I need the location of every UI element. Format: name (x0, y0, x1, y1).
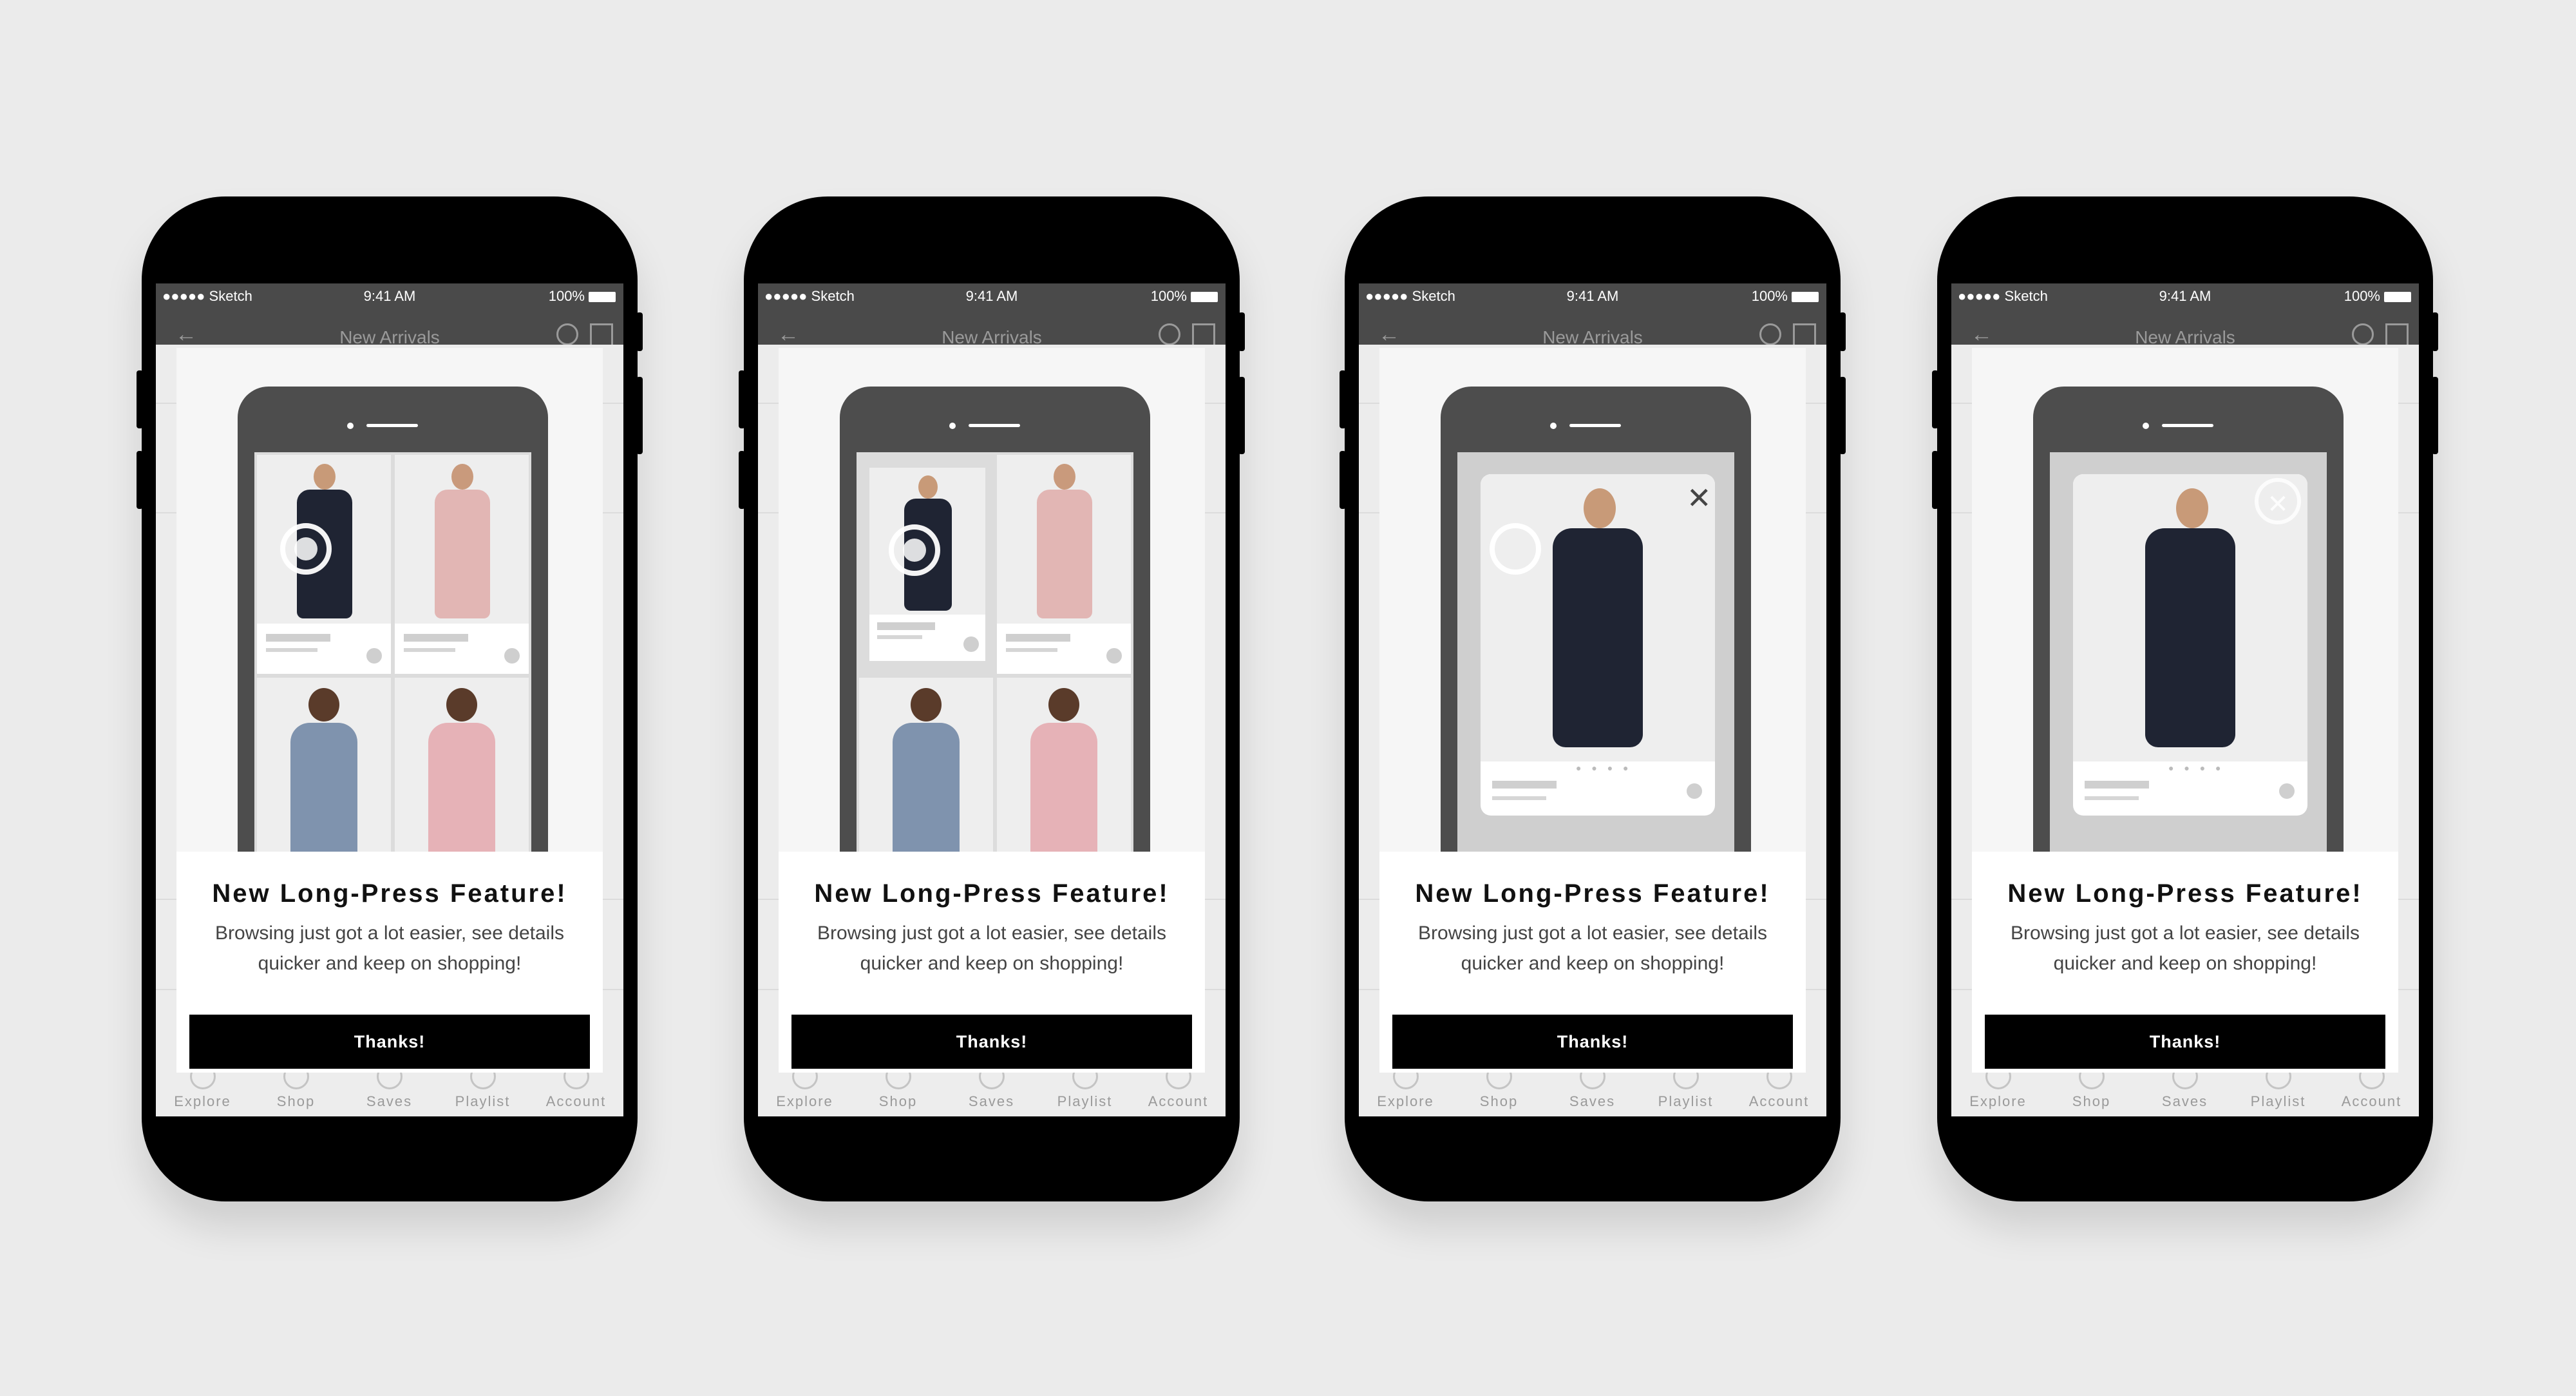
phone-illustration (238, 387, 548, 852)
product-card (997, 455, 1131, 674)
screen: ●●●●● Sketch 9:41 AM 100% ← New Arrivals… (156, 283, 623, 1116)
phone-illustration: ● ● ● ● ✕ (1441, 387, 1751, 852)
modal-title: New Long-Press Feature! (814, 879, 1170, 908)
battery-icon (2384, 292, 2411, 303)
nav-bar: ← New Arrivals (1951, 309, 2419, 349)
modal-body: Browsing just got a lot easier, see deta… (1418, 923, 1767, 974)
feature-modal: New Long-Press Feature! Browsing just go… (779, 348, 1205, 1073)
nav-bar: ← New Arrivals (156, 309, 623, 349)
battery-indicator: 100% (1752, 283, 1819, 309)
modal-title: New Long-Press Feature! (212, 879, 567, 908)
battery-indicator: 100% (1151, 283, 1218, 309)
phone-step-4: ●●●●● Sketch 9:41 AM 100% ← New Arrivals… (1932, 196, 2438, 1201)
battery-indicator: 100% (549, 283, 616, 309)
status-bar: ●●●●● Sketch 9:41 AM 100% (1951, 283, 2419, 309)
status-bar: ●●●●● Sketch 9:41 AM 100% (156, 283, 623, 309)
close-icon[interactable]: ✕ (2255, 478, 2301, 524)
feature-modal: ● ● ● ● ✕ New Long-Press Feature! Browsi… (1972, 348, 2398, 1073)
status-bar: ●●●●● Sketch 9:41 AM 100% (1359, 283, 1826, 309)
modal-title: New Long-Press Feature! (2007, 879, 2363, 908)
product-card (395, 678, 529, 852)
search-icon[interactable] (1759, 323, 1781, 345)
modal-body: Browsing just got a lot easier, see deta… (215, 923, 564, 974)
preview-card: ● ● ● ● (2073, 474, 2307, 816)
thanks-button[interactable]: Thanks! (189, 1015, 590, 1069)
status-bar: ●●●●● Sketch 9:41 AM 100% (758, 283, 1226, 309)
long-press-indicator (889, 524, 940, 576)
phone-step-2: ●●●●● Sketch 9:41 AM 100% ← New Arrivals… (739, 196, 1245, 1201)
feature-modal: ● ● ● ● ✕ New Long-Press Feature! Browsi… (1379, 348, 1806, 1073)
thanks-button[interactable]: Thanks! (791, 1015, 1192, 1069)
search-icon[interactable] (556, 323, 578, 345)
battery-indicator: 100% (2344, 283, 2411, 309)
screen: ●●●●● Sketch 9:41 AM 100% ← New Arrivals… (758, 283, 1226, 1116)
phone-step-3: ●●●●● Sketch 9:41 AM 100% ← New Arrivals… (1340, 196, 1846, 1201)
modal-body: Browsing just got a lot easier, see deta… (817, 923, 1166, 974)
thanks-button[interactable]: Thanks! (1392, 1015, 1793, 1069)
thanks-button[interactable]: Thanks! (1985, 1015, 2385, 1069)
search-icon[interactable] (1159, 323, 1180, 345)
battery-icon (589, 292, 616, 303)
search-icon[interactable] (2352, 323, 2374, 345)
long-press-indicator (280, 523, 332, 575)
modal-body: Browsing just got a lot easier, see deta… (2011, 923, 2360, 974)
feature-modal: New Long-Press Feature! Browsing just go… (176, 348, 603, 1073)
product-card (997, 678, 1131, 852)
phone-step-1: ●●●●● Sketch 9:41 AM 100% ← New Arrivals… (137, 196, 643, 1201)
modal-title: New Long-Press Feature! (1415, 879, 1770, 908)
phone-illustration (840, 387, 1150, 852)
phone-illustration: ● ● ● ● ✕ (2033, 387, 2344, 852)
close-icon[interactable]: ✕ (1687, 483, 1712, 513)
long-press-indicator (1490, 523, 1541, 575)
product-card (257, 678, 391, 852)
nav-bar: ← New Arrivals (758, 309, 1226, 349)
screen: ●●●●● Sketch 9:41 AM 100% ← New Arrivals… (1951, 283, 2419, 1116)
product-card (395, 455, 529, 674)
screen: ●●●●● Sketch 9:41 AM 100% ← New Arrivals… (1359, 283, 1826, 1116)
nav-bar: ← New Arrivals (1359, 309, 1826, 349)
battery-icon (1191, 292, 1218, 303)
battery-icon (1792, 292, 1819, 303)
product-card (859, 678, 993, 852)
